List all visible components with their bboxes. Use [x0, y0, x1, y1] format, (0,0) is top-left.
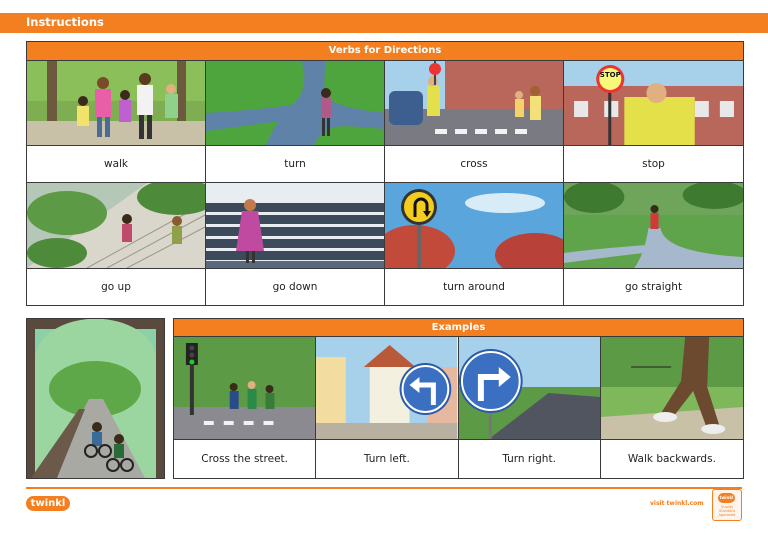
cross-illustration — [385, 61, 563, 145]
verbs-title: Verbs for Directions — [27, 42, 743, 61]
quality-badge: twinkl Quality Standard Approved — [712, 489, 742, 521]
verb-label: cross — [385, 145, 563, 182]
cross-street-illustration — [174, 337, 316, 439]
tunnel-cycling-illustration — [26, 318, 165, 479]
verb-card-go-straight: go straight — [564, 183, 743, 305]
go-straight-illustration — [564, 183, 743, 268]
example-label: Turn right. — [458, 439, 600, 478]
example-label: Cross the street. — [174, 439, 316, 478]
verb-card-turn: turn — [206, 61, 385, 183]
verb-card-go-down: go down — [206, 183, 385, 305]
verb-label: go down — [206, 268, 384, 305]
twinkl-logo[interactable]: twinkl — [26, 496, 70, 511]
go-up-illustration — [27, 183, 205, 268]
walk-backwards-illustration — [600, 337, 743, 439]
example-label: Walk backwards. — [600, 439, 743, 478]
verb-label: turn — [206, 145, 384, 182]
verb-card-stop: STOP stop — [564, 61, 743, 183]
verb-card-cross: cross — [385, 61, 564, 183]
turn-right-illustration — [458, 337, 600, 439]
visit-link[interactable]: visit twinkl.com — [650, 500, 704, 507]
walk-illustration — [27, 61, 205, 145]
turn-left-illustration — [316, 337, 458, 439]
example-card-walk-backwards: Walk backwards. — [600, 337, 743, 478]
page-title: Instructions — [26, 15, 104, 29]
badge-text: Quality Standard Approved — [718, 505, 736, 517]
turn-illustration — [206, 61, 384, 145]
stop-illustration: STOP — [564, 61, 743, 145]
verb-card-walk: walk — [27, 61, 206, 183]
examples-table: Examples Cross the street. Turn left. Tu… — [173, 318, 744, 479]
verb-card-go-up: go up — [27, 183, 206, 305]
turn-around-illustration — [385, 183, 563, 268]
example-card-turn-right: Turn right. — [458, 337, 601, 478]
badge-logo: twinkl — [718, 493, 735, 503]
verb-card-turn-around: turn around — [385, 183, 564, 305]
verb-label: stop — [564, 145, 743, 182]
examples-title: Examples — [174, 319, 743, 337]
example-card-turn-left: Turn left. — [316, 337, 459, 478]
stop-sign-text: STOP — [600, 70, 621, 79]
footer-divider — [26, 487, 742, 489]
verb-label: turn around — [385, 268, 563, 305]
verb-label: go straight — [564, 268, 743, 305]
verbs-table: Verbs for Directions walk turn cross STO… — [26, 41, 744, 306]
verb-label: go up — [27, 268, 205, 305]
go-down-illustration — [206, 183, 384, 268]
header-bar: Instructions — [0, 13, 768, 33]
example-label: Turn left. — [316, 439, 458, 478]
example-card-cross-street: Cross the street. — [174, 337, 317, 478]
verb-label: walk — [27, 145, 205, 182]
